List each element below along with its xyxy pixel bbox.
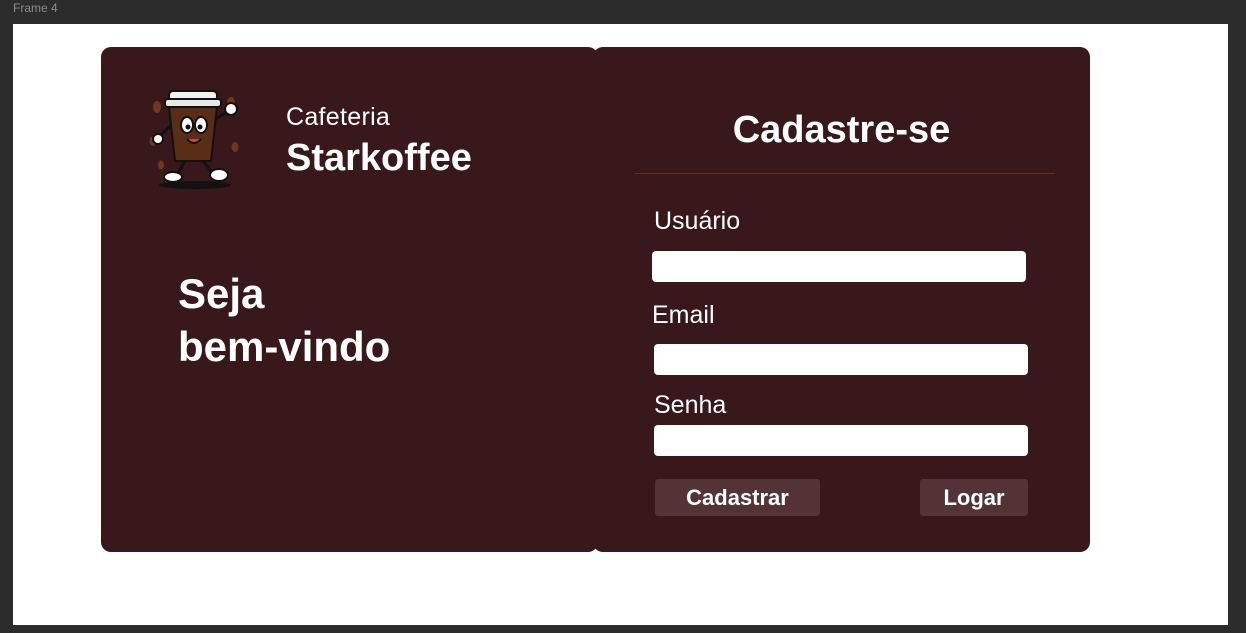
brand-subtitle: Cafeteria — [286, 103, 391, 131]
welcome-heading: Seja bem-vindo — [178, 267, 390, 373]
coffee-cup-mascot-icon — [147, 85, 243, 191]
frame-label: Frame 4 — [13, 1, 58, 15]
password-label: Senha — [654, 391, 727, 419]
register-panel: Cadastre-se Usuário Email Senha Cadastra… — [593, 47, 1090, 552]
password-input[interactable] — [654, 425, 1028, 456]
username-label: Usuário — [654, 207, 741, 235]
email-input[interactable] — [654, 344, 1028, 375]
welcome-panel: Cafeteria Starkoffee Seja bem-vindo — [101, 47, 598, 552]
form-title: Cadastre-se — [732, 109, 951, 151]
title-divider — [635, 173, 1055, 174]
register-button[interactable]: Cadastrar — [655, 479, 820, 516]
canvas: Cafeteria Starkoffee Seja bem-vindo Cada… — [13, 24, 1228, 625]
email-label: Email — [652, 301, 715, 329]
welcome-line-1: Seja — [178, 270, 265, 317]
login-button[interactable]: Logar — [920, 479, 1028, 516]
brand-name: Starkoffee — [286, 137, 472, 179]
username-input[interactable] — [652, 251, 1026, 282]
welcome-line-2: bem-vindo — [178, 323, 391, 370]
